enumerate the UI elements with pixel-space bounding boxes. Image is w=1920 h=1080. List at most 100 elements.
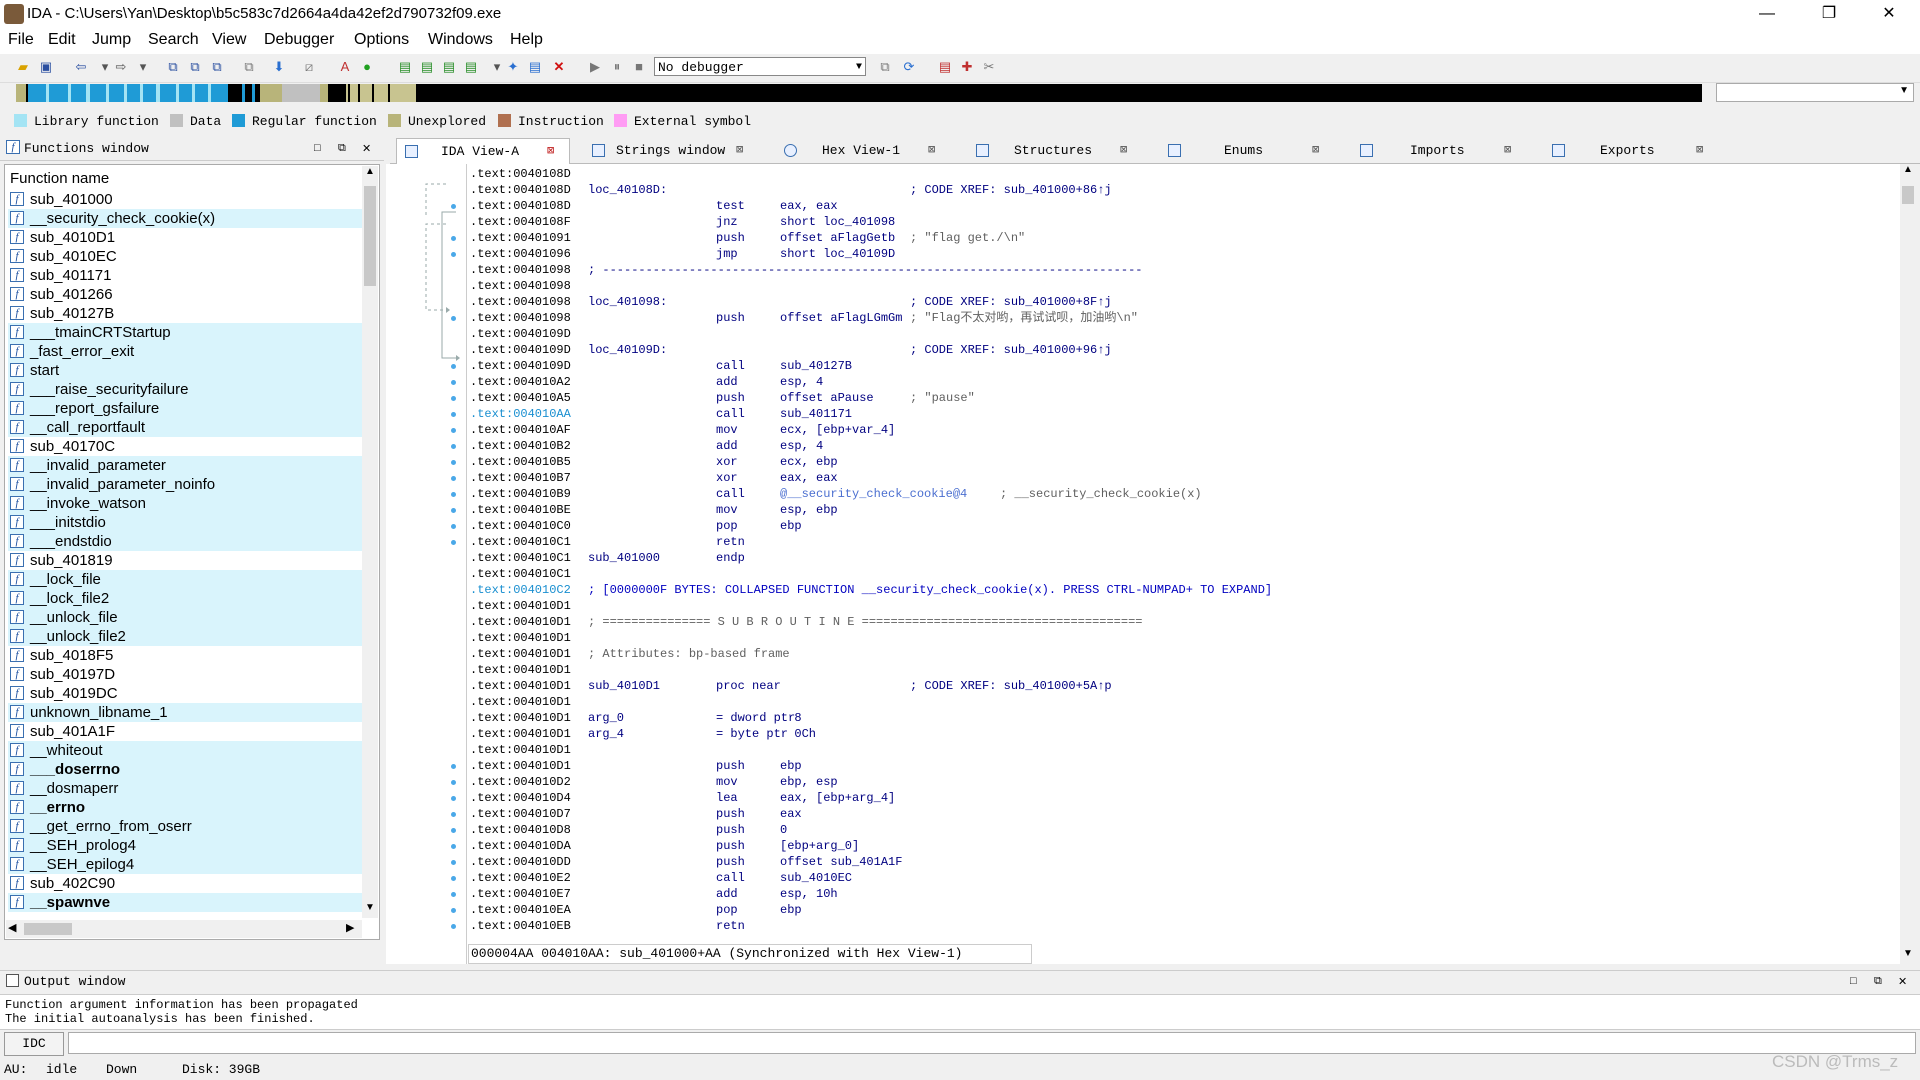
forward-icon[interactable]: ⇨ [112, 58, 130, 76]
function-row[interactable]: f __whiteout [8, 741, 362, 760]
download-icon[interactable]: ⬇ [270, 58, 288, 76]
breakpoint-gutter-dot[interactable] [451, 364, 456, 369]
close-tab-icon[interactable]: ⊠ [928, 138, 935, 163]
breakpoint-gutter-dot[interactable] [451, 252, 456, 257]
function-row[interactable]: f __SEH_prolog4 [8, 836, 362, 855]
scrollbar-thumb[interactable] [24, 923, 72, 935]
play-icon[interactable]: ▶ [586, 58, 604, 76]
disassembly-vertical-scrollbar[interactable]: ▲ ▼ [1900, 164, 1916, 964]
function-row[interactable]: f __get_errno_from_oserr [8, 817, 362, 836]
back-icon[interactable]: ⇦ [72, 58, 90, 76]
breakpoint-gutter-dot[interactable] [451, 764, 456, 769]
tab-imports[interactable]: Imports ⊠ [1352, 138, 1528, 163]
function-row[interactable]: f sub_401819 [8, 551, 362, 570]
breakpoint-gutter-dot[interactable] [451, 492, 456, 497]
breakpoint-gutter-dot[interactable] [451, 236, 456, 241]
close-pane-icon[interactable]: ✕ [362, 142, 371, 155]
close-tab-icon[interactable]: ⊠ [547, 139, 554, 164]
close-tab-icon[interactable]: ⊠ [736, 138, 743, 163]
close-tab-icon[interactable]: ⊠ [1312, 138, 1319, 163]
breakpoint-gutter-dot[interactable] [451, 524, 456, 529]
forward-dropdown-icon[interactable]: ▾ [134, 58, 152, 76]
search-immediate-icon[interactable]: ⧉ [208, 58, 226, 76]
scroll-right-icon[interactable]: ▶ [346, 921, 354, 934]
function-row[interactable]: f _fast_error_exit [8, 342, 362, 361]
breakpoint-gutter-dot[interactable] [451, 476, 456, 481]
breakpoint-gutter-dot[interactable] [451, 460, 456, 465]
breakpoint-gutter-dot[interactable] [451, 812, 456, 817]
add-breakpoint-icon[interactable]: ✚ [958, 58, 976, 76]
function-row[interactable]: f sub_4019DC [8, 684, 362, 703]
stop-icon[interactable]: ■ [630, 58, 648, 76]
delete-breakpoint-icon[interactable]: ✂ [980, 58, 998, 76]
tab-strings-window[interactable]: Strings window ⊠ [584, 138, 760, 163]
graph-icon[interactable]: ⧄ [300, 58, 318, 76]
green-circle-icon[interactable]: ● [358, 58, 376, 76]
float-pane-icon[interactable]: ⧉ [1874, 975, 1882, 988]
function-row[interactable]: f __errno [8, 798, 362, 817]
data-icon[interactable]: ▤ [418, 58, 436, 76]
maximize-button[interactable]: ❐ [1806, 0, 1852, 28]
tab-exports[interactable]: Exports ⊠ [1544, 138, 1720, 163]
breakpoint-gutter-dot[interactable] [451, 412, 456, 417]
function-icon[interactable]: ▤ [526, 58, 544, 76]
tab-ida-view-a[interactable]: IDA View-A ⊠ [396, 138, 570, 164]
close-tab-icon[interactable]: ⊠ [1504, 138, 1511, 163]
function-row[interactable]: f __SEH_epilog4 [8, 855, 362, 874]
functions-horizontal-scrollbar[interactable]: ◀ ▶ [6, 920, 362, 938]
function-row[interactable]: f __lock_file2 [8, 589, 362, 608]
breakpoint-gutter-dot[interactable] [451, 508, 456, 513]
star-icon[interactable]: ✦ [504, 58, 522, 76]
breakpoint-gutter-dot[interactable] [451, 876, 456, 881]
code-icon[interactable]: ▤ [396, 58, 414, 76]
breakpoint-gutter-dot[interactable] [451, 892, 456, 897]
close-button[interactable]: ✕ [1866, 0, 1912, 28]
function-row[interactable]: f ___initstdio [8, 513, 362, 532]
function-row[interactable]: f ___endstdio [8, 532, 362, 551]
function-row[interactable]: f ___report_gsfailure [8, 399, 362, 418]
struct-icon[interactable]: ▤ [440, 58, 458, 76]
breakpoint-gutter-dot[interactable] [451, 844, 456, 849]
menu-jump[interactable]: Jump [92, 31, 131, 49]
menu-help[interactable]: Help [510, 31, 543, 49]
function-row[interactable]: f ___doserrno [8, 760, 362, 779]
undefine-icon[interactable]: ✕ [550, 58, 568, 76]
breakpoint-gutter-dot[interactable] [451, 796, 456, 801]
menu-debugger[interactable]: Debugger [264, 31, 334, 49]
function-row[interactable]: f sub_40127B [8, 304, 362, 323]
functions-vertical-scrollbar[interactable]: ▲ ▼ [362, 166, 378, 918]
function-name-column-header[interactable]: Function name [10, 170, 109, 187]
function-row[interactable]: f __invoke_watson [8, 494, 362, 513]
function-row[interactable]: f __lock_file [8, 570, 362, 589]
idc-command-input[interactable] [68, 1032, 1916, 1054]
menu-options[interactable]: Options [354, 31, 409, 49]
search-binary-icon[interactable]: ⧉ [186, 58, 204, 76]
tab-enums[interactable]: Enums ⊠ [1160, 138, 1336, 163]
function-row[interactable]: f sub_401000 [8, 190, 362, 209]
breakpoint-gutter-dot[interactable] [451, 828, 456, 833]
function-row[interactable]: f unknown_libname_1 [8, 703, 362, 722]
text-view-icon[interactable]: A [336, 58, 354, 76]
breakpoint-gutter-dot[interactable] [451, 924, 456, 929]
array-icon[interactable]: ▤ [462, 58, 480, 76]
breakpoint-gutter-dot[interactable] [451, 780, 456, 785]
breakpoint-gutter-dot[interactable] [451, 860, 456, 865]
minimize-button[interactable]: — [1744, 0, 1790, 28]
function-row[interactable]: f __spawnve [8, 893, 362, 912]
scroll-up-icon[interactable]: ▲ [365, 166, 375, 177]
scrollbar-thumb[interactable] [364, 186, 376, 286]
function-row[interactable]: f sub_40170C [8, 437, 362, 456]
maximize-pane-icon[interactable]: □ [1850, 975, 1857, 987]
close-pane-icon[interactable]: ✕ [1898, 975, 1907, 988]
sync-icon[interactable]: ⟳ [900, 58, 918, 76]
segment-select[interactable]: ▼ [1716, 83, 1914, 102]
scroll-up-icon[interactable]: ▲ [1903, 164, 1913, 175]
menu-view[interactable]: View [212, 31, 246, 49]
idc-language-button[interactable]: IDC [4, 1032, 64, 1056]
function-row[interactable]: f ___tmainCRTStartup [8, 323, 362, 342]
close-tab-icon[interactable]: ⊠ [1696, 138, 1703, 163]
tab-hex-view-1[interactable]: Hex View-1 ⊠ [776, 138, 952, 163]
float-pane-icon[interactable]: ⧉ [338, 142, 346, 155]
breakpoint-gutter-dot[interactable] [451, 396, 456, 401]
breakpoint-list-icon[interactable]: ▤ [936, 58, 954, 76]
